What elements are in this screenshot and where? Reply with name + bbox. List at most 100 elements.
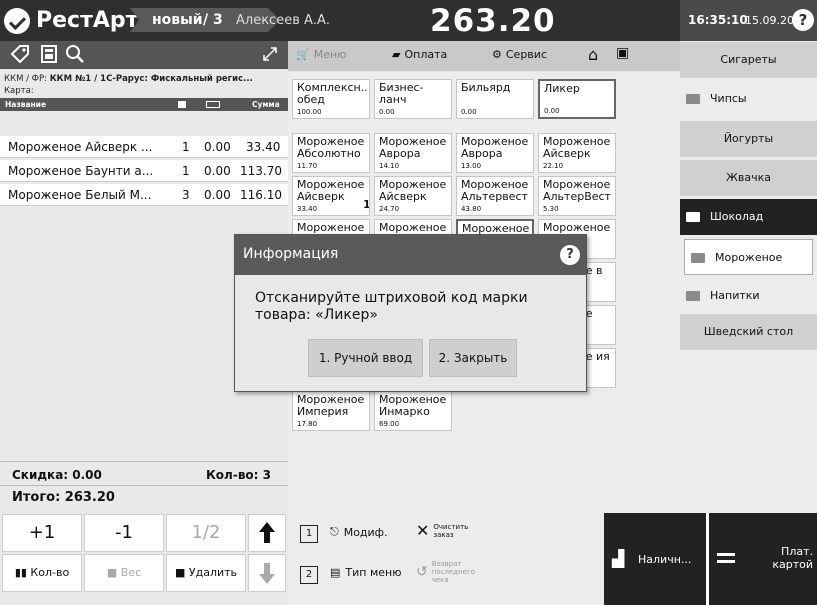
category-yogurts[interactable]: Йогурты <box>680 121 817 157</box>
return-last-receipt-button[interactable]: ↺ Возврат последнего чека <box>416 560 476 584</box>
info-dialog: Информация ? Отсканируйте штриховой код … <box>234 234 587 392</box>
kkm-value: ККМ №1 / 1С-Рарус: Фискальный регис... <box>49 74 253 84</box>
search-icon[interactable] <box>63 43 87 67</box>
weight-button[interactable]: ■ Вес <box>84 554 164 592</box>
product-tile[interactable]: Мороженое АльтерВест 5.30 <box>538 176 616 216</box>
kkm-label: ККМ / ФР: <box>4 74 47 84</box>
order-row[interactable]: Мороженое Белый М... 3 0.00 116.10 <box>0 184 288 206</box>
order-row[interactable]: Мороженое Баунти а... 1 0.00 113.70 <box>0 160 288 182</box>
row-name: Мороженое Айсверк ... <box>8 140 153 154</box>
payment-area: ▟ Наличн... Плат. картой <box>604 513 817 605</box>
category-gum[interactable]: Жвачка <box>680 160 817 196</box>
quantity-summary: Кол-во: 3 <box>206 468 271 482</box>
category-chips[interactable]: Чипсы <box>680 81 817 117</box>
product-tile[interactable]: Мороженое Айсверк 22.10 <box>538 133 616 173</box>
menu-type-button[interactable]: ▤ Тип меню <box>330 566 401 579</box>
category-icecream[interactable]: Мороженое <box>684 239 813 275</box>
discount-col-icon <box>206 101 220 108</box>
row-sum: 113.70 <box>240 164 282 178</box>
col-sum: Сумма <box>252 100 280 109</box>
product-tile[interactable]: Мороженое Инмарко 69.00 <box>374 391 452 431</box>
arrow-down-icon <box>259 563 275 584</box>
dialog-header: Информация ? <box>235 235 586 275</box>
menu-tile[interactable]: Бильярд 0.00 <box>456 79 534 119</box>
help-icon[interactable]: ? <box>560 245 580 265</box>
clear-order-button[interactable]: ✕ Очистить заказ <box>416 521 473 540</box>
product-tile[interactable]: Мороженое Империя 17.80 <box>292 391 370 431</box>
home-icon[interactable]: ⌂ <box>588 45 598 64</box>
row-qty: 1 <box>182 140 190 154</box>
app-name: РестАрт <box>36 8 139 33</box>
top-bar: РестАрт новый / 3 Алексеев А.А. 263.20 1… <box>0 0 817 41</box>
qty-col-icon <box>178 101 186 108</box>
product-tile[interactable]: Мороженое Аврора 13.00 <box>456 133 534 173</box>
delete-button[interactable]: ■ Удалить <box>166 554 246 592</box>
half-button[interactable]: 1/2 <box>166 514 246 552</box>
plus-one-button[interactable]: +1 <box>2 514 82 552</box>
cash-payment-button[interactable]: ▟ Наличн... <box>604 513 706 605</box>
move-down-button[interactable] <box>248 554 286 592</box>
weight-button-label: Вес <box>120 566 142 579</box>
cashier-name: Алексеев А.А. <box>236 13 331 28</box>
tab-service[interactable]: ⚙ Сервис <box>492 48 547 61</box>
wallet-icon: ▰ <box>392 48 401 61</box>
row-sum: 33.40 <box>246 140 281 154</box>
tab-menu[interactable]: 🛒 Меню <box>296 48 346 61</box>
order-total-summary: Итого: 263.20 <box>12 490 115 505</box>
calculator-icon[interactable] <box>37 43 61 67</box>
weight-icon: ■ <box>106 566 118 579</box>
quantity-button[interactable]: ▮▮ Кол-во <box>2 554 82 592</box>
quantity-button-label: Кол-во <box>30 566 70 579</box>
product-tile[interactable]: Мороженое Альтервест 43.80 <box>456 176 534 216</box>
folder-icon <box>691 253 705 263</box>
product-tile[interactable]: Мороженое Айсверк 33.40 1 <box>292 176 370 216</box>
page-1-icon: 1 <box>300 525 318 543</box>
menu-tile[interactable]: Бизнес-ланч 0.00 <box>374 79 452 119</box>
folder-icon <box>686 94 700 104</box>
undo-icon: ↺ <box>416 564 428 580</box>
minus-one-button[interactable]: -1 <box>84 514 164 552</box>
order-table-header: Название Сумма <box>0 98 288 111</box>
discount-summary: Скидка: 0.00 <box>12 468 102 482</box>
col-name: Название <box>5 100 47 109</box>
category-cigarettes[interactable]: Сигареты <box>680 42 817 78</box>
arrow-up-icon <box>259 522 275 543</box>
folder-up-icon[interactable]: ▣ <box>616 45 629 61</box>
tab-payment[interactable]: ▰ Оплата <box>392 48 447 61</box>
divider <box>0 485 288 486</box>
page-2-button[interactable]: 2 <box>300 566 324 584</box>
page-1-button[interactable]: 1 <box>300 525 324 543</box>
app-logo: РестАрт <box>4 4 138 37</box>
close-button[interactable]: 2. Закрыть <box>429 339 517 377</box>
menu-tile-selected[interactable]: Ликер 0.00 <box>538 79 616 119</box>
category-chocolate[interactable]: Шоколад <box>680 199 817 235</box>
card-payment-button[interactable]: Плат. картой <box>709 513 817 605</box>
modifier-icon: ⎋ <box>330 525 339 538</box>
folder-icon <box>686 291 700 301</box>
menu-tabs: 🛒 Меню ▰ Оплата ⚙ Сервис ⌂ ▣ <box>288 41 680 71</box>
product-tile[interactable]: Мороженое Абсолютно 11.70 <box>292 133 370 173</box>
row-name: Мороженое Белый М... <box>8 188 152 202</box>
divider <box>0 461 288 462</box>
dialog-title: Информация <box>243 246 339 262</box>
category-buffet[interactable]: Шведский стол <box>680 314 817 350</box>
row-sum: 116.10 <box>240 188 282 202</box>
product-tile[interactable]: Мороженое Айсверк 24.70 <box>374 176 452 216</box>
manual-entry-button[interactable]: 1. Ручной ввод <box>308 339 423 377</box>
row-discount: 0.00 <box>204 140 231 154</box>
logo-check-icon <box>4 7 30 34</box>
modifier-button[interactable]: ⎋ Модиф. <box>330 525 388 539</box>
tile-count: 1 <box>363 198 370 211</box>
move-up-button[interactable] <box>248 514 286 552</box>
gear-icon: ⚙ <box>492 48 502 61</box>
row-qty: 1 <box>182 164 190 178</box>
order-row[interactable]: Мороженое Айсверк ... 1 0.00 33.40 <box>0 136 288 158</box>
category-drinks[interactable]: Напитки <box>680 278 817 314</box>
discount-tag-icon[interactable] <box>8 43 32 67</box>
help-icon[interactable]: ? <box>792 9 814 31</box>
expand-icon[interactable] <box>258 43 282 67</box>
row-name: Мороженое Баунти а... <box>8 164 154 178</box>
menu-tile[interactable]: Комплексн... обед 100.00 <box>292 79 370 119</box>
product-tile[interactable]: Мороженое Аврора 14.10 <box>374 133 452 173</box>
coins-icon: ▟ <box>612 549 625 568</box>
